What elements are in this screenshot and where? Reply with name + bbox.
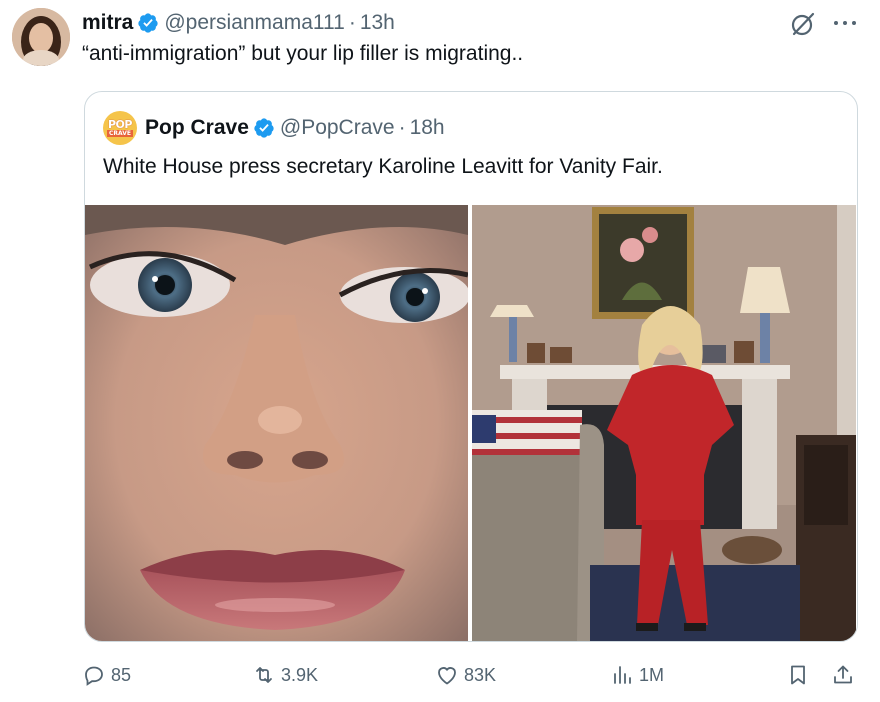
avatar-logo-bottom: CRAVE: [106, 130, 133, 137]
repost-icon: [256, 667, 272, 683]
quoted-time[interactable]: 18h: [410, 116, 445, 140]
avatar-logo-top: POP: [108, 118, 132, 131]
views-button[interactable]: 1M: [610, 660, 664, 690]
author-name[interactable]: mitra: [82, 11, 133, 35]
repost-count: 3.9K: [281, 664, 319, 685]
standing-portrait-photo[interactable]: [472, 205, 856, 641]
like-icon: [438, 667, 456, 685]
like-button[interactable]: 83K: [435, 660, 496, 690]
quoted-tweet[interactable]: POP CRAVE Pop Crave @PopCrave · 18h Whit…: [84, 91, 858, 642]
quoted-header: POP CRAVE Pop Crave @PopCrave · 18h: [103, 111, 445, 145]
share-button[interactable]: [831, 660, 860, 690]
tweet-header: mitra @persianmama111 · 13h: [82, 10, 395, 36]
action-bar: 85 3.9K 83K 1M: [82, 660, 862, 690]
author-avatar[interactable]: [12, 8, 70, 66]
grok-icon[interactable]: [789, 10, 817, 38]
tweet-text: “anti-immigration” but your lip filler i…: [82, 42, 524, 65]
bookmark-button[interactable]: [786, 660, 815, 690]
quoted-author-handle[interactable]: @PopCrave: [280, 116, 395, 140]
closeup-face-photo[interactable]: [85, 205, 468, 641]
view-count: 1M: [639, 664, 665, 685]
share-icon: [834, 665, 852, 684]
reply-icon: [85, 666, 103, 686]
like-count: 83K: [464, 664, 497, 685]
quoted-avatar[interactable]: POP CRAVE: [103, 111, 137, 145]
more-dots-icon[interactable]: [830, 10, 860, 36]
reply-button[interactable]: 85: [82, 660, 131, 690]
quoted-author-name[interactable]: Pop Crave: [145, 116, 249, 140]
author-handle[interactable]: @persianmama111: [164, 11, 344, 35]
verified-badge-icon: [138, 13, 158, 33]
quoted-media: [85, 205, 856, 641]
tweet-time[interactable]: 13h: [360, 11, 395, 35]
separator-dot: ·: [348, 11, 356, 34]
views-icon: [614, 666, 631, 684]
repost-button[interactable]: 3.9K: [252, 660, 318, 690]
reply-count: 85: [111, 664, 132, 685]
bookmark-icon: [791, 665, 805, 685]
separator-dot: ·: [398, 116, 406, 139]
verified-badge-icon: [254, 118, 274, 138]
quoted-text: White House press secretary Karoline Lea…: [103, 155, 663, 178]
